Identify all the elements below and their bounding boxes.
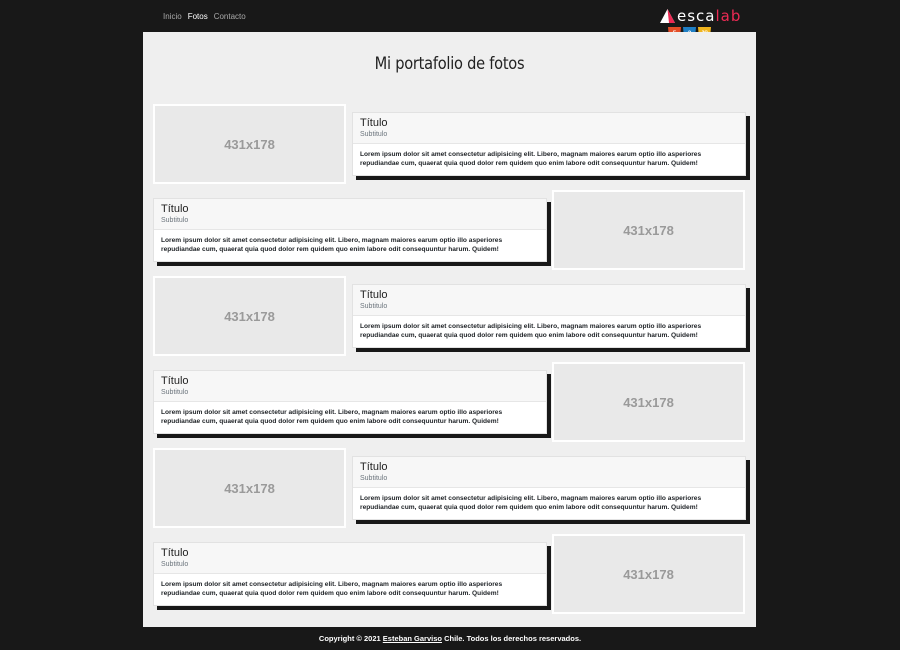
brand-name: escalab: [677, 8, 741, 24]
footer-rights: Chile. Todos los derechos reservados.: [444, 634, 582, 643]
card-header: Título Subtitulo: [353, 457, 745, 488]
card-text: Lorem ipsum dolor sit amet consectetur a…: [161, 581, 503, 597]
image-placeholder: 431x178: [552, 190, 745, 270]
portfolio-row: 431x178 Título Subtitulo Lorem ipsum dolor …: [153, 448, 746, 528]
card-subtitle: Subtitulo: [360, 303, 388, 310]
card-subtitle: Subtitulo: [161, 561, 189, 568]
card-title: Título: [360, 117, 388, 129]
main-content: Mi portafolio de fotos 431x178 Título Subt…: [143, 32, 756, 627]
footer-copyright: Copyright © 2021: [318, 634, 381, 643]
top-navbar: Inicio Fotos Contacto escalab 5 3 JS: [0, 0, 900, 41]
image-placeholder: 431x178: [552, 534, 745, 614]
card-subtitle: Subtitulo: [161, 389, 189, 396]
photo-card: Título Subtitulo Lorem ipsum dolor sit ame…: [153, 198, 547, 262]
image-placeholder: 431x178: [153, 448, 346, 528]
escalab-triangle-icon: [660, 9, 675, 23]
card-header: Título Subtitulo: [154, 371, 546, 402]
main-nav: Inicio Fotos Contacto: [163, 12, 246, 21]
card-subtitle: Subtitulo: [360, 131, 388, 138]
card-text: Lorem ipsum dolor sit amet consectetur a…: [360, 323, 702, 339]
card-text: Lorem ipsum dolor sit amet consectetur a…: [360, 495, 702, 511]
portfolio-row: 431x178 Título Subtitulo Lorem ipsum dolor …: [153, 190, 746, 270]
card-title: Título: [161, 203, 189, 215]
card-text: Lorem ipsum dolor sit amet consectetur a…: [161, 409, 503, 425]
card-title: Título: [161, 375, 189, 387]
card-header: Título Subtitulo: [353, 113, 745, 144]
image-placeholder: 431x178: [552, 362, 745, 442]
footer-author-link[interactable]: Esteban Garviso: [383, 634, 442, 643]
card-subtitle: Subtitulo: [360, 475, 388, 482]
card-text: Lorem ipsum dolor sit amet consectetur a…: [360, 151, 702, 167]
image-placeholder: 431x178: [153, 276, 346, 356]
portfolio-row: 431x178 Título Subtitulo Lorem ipsum dolor …: [153, 276, 746, 356]
photo-card: Título Subtitulo Lorem ipsum dolor sit ame…: [352, 112, 746, 176]
card-header: Título Subtitulo: [154, 543, 546, 574]
portfolio-row: 431x178 Título Subtitulo Lorem ipsum dolor …: [153, 362, 746, 442]
image-placeholder: 431x178: [153, 104, 346, 184]
page-footer: Copyright © 2021 Esteban Garviso Chile. …: [0, 634, 900, 643]
photo-card: Título Subtitulo Lorem ipsum dolor sit ame…: [153, 542, 547, 606]
brand-name-part2: lab: [715, 7, 742, 25]
photo-card: Título Subtitulo Lorem ipsum dolor sit ame…: [352, 456, 746, 520]
nav-link-inicio[interactable]: Inicio: [163, 12, 182, 21]
nav-link-contacto[interactable]: Contacto: [214, 12, 246, 21]
photo-card: Título Subtitulo Lorem ipsum dolor sit ame…: [352, 284, 746, 348]
card-subtitle: Subtitulo: [161, 217, 189, 224]
photo-card: Título Subtitulo Lorem ipsum dolor sit ame…: [153, 370, 547, 434]
portfolio-row: 431x178 Título Subtitulo Lorem ipsum dolor …: [153, 534, 746, 614]
card-title: Título: [360, 461, 388, 473]
portfolio-row: 431x178 Título Subtitulo Lorem ipsum dolor …: [153, 104, 746, 184]
card-header: Título Subtitulo: [353, 285, 745, 316]
card-header: Título Subtitulo: [154, 199, 546, 230]
page-title: Mi portafolio de fotos: [374, 54, 525, 74]
card-text: Lorem ipsum dolor sit amet consectetur a…: [161, 237, 503, 253]
card-title: Título: [360, 289, 388, 301]
brand-name-part1: esca: [677, 7, 716, 25]
nav-link-fotos[interactable]: Fotos: [188, 12, 208, 21]
card-title: Título: [161, 547, 189, 559]
